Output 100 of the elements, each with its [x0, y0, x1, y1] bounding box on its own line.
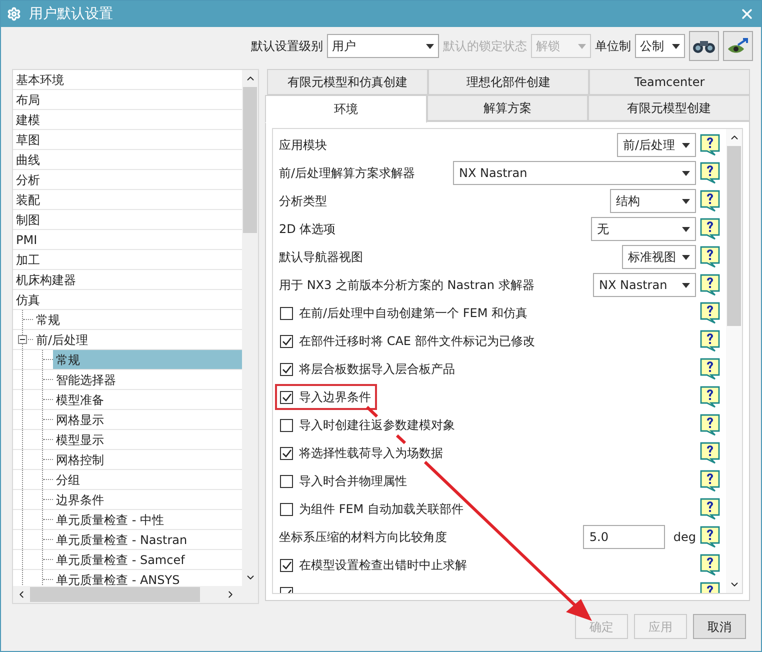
- binoculars-button[interactable]: [689, 31, 719, 61]
- window-title: 用户默认设置: [29, 4, 114, 24]
- vertical-scrollbar[interactable]: [242, 70, 258, 586]
- setting-dropdown[interactable]: 标准视图: [622, 245, 696, 269]
- tree-item[interactable]: 分析: [13, 170, 242, 189]
- scrollbar-thumb[interactable]: [727, 146, 741, 326]
- setting-label: 分析类型: [279, 193, 328, 210]
- checkbox-label: 在模型设置检查出错时中止求解: [299, 557, 467, 574]
- eye-button[interactable]: [723, 31, 753, 61]
- caret-icon: [682, 282, 690, 288]
- number-field[interactable]: 5.0: [583, 525, 666, 549]
- setting-label: 用于 NX3 之前版本分析方案的 Nastran 求解器: [279, 277, 536, 294]
- help-icon[interactable]: [700, 190, 720, 212]
- dialog-button[interactable]: 取消: [693, 614, 746, 639]
- tree-item[interactable]: 曲线: [13, 150, 242, 169]
- help-icon[interactable]: [700, 162, 720, 184]
- help-icon[interactable]: [700, 218, 720, 240]
- tree-item[interactable]: 网格显示: [53, 410, 242, 429]
- caret-icon: [682, 198, 690, 204]
- caret-icon: [682, 170, 690, 176]
- setting-dropdown[interactable]: 结构: [610, 189, 696, 213]
- tree-item[interactable]: 模型显示: [53, 430, 242, 449]
- tree-item[interactable]: 制图: [13, 210, 242, 229]
- caret-icon: [578, 44, 586, 48]
- help-icon[interactable]: [700, 134, 720, 156]
- checkbox[interactable]: [280, 362, 293, 376]
- tree-item[interactable]: 加工: [13, 250, 242, 269]
- checkmark-icon: [282, 448, 292, 458]
- help-icon[interactable]: [700, 330, 720, 352]
- lock-label: 默认的锁定状态: [443, 38, 527, 55]
- tab[interactable]: Teamcenter: [589, 69, 750, 95]
- horizontal-scrollbar[interactable]: [13, 586, 258, 603]
- tree-item[interactable]: 装配: [13, 190, 242, 209]
- checkbox[interactable]: [280, 558, 293, 572]
- setting-label: 2D 体选项: [279, 221, 337, 238]
- checkmark-icon: [282, 336, 292, 346]
- level-label: 默认设置级别: [251, 38, 323, 55]
- tree-item[interactable]: PMI: [13, 230, 242, 249]
- checkmark-icon: [282, 364, 292, 374]
- tab[interactable]: 解算方案: [426, 95, 588, 121]
- binoculars-icon: [692, 38, 716, 54]
- tree-item[interactable]: 机床构建器: [13, 270, 242, 289]
- tree-item[interactable]: 布局: [13, 90, 242, 109]
- checkbox[interactable]: [280, 390, 293, 404]
- help-icon[interactable]: [700, 274, 720, 296]
- tab[interactable]: 有限元模型创建: [588, 95, 750, 121]
- checkbox-label: 将选择性载荷导入为场数据: [299, 445, 443, 462]
- setting-label: 前/后处理解算方案求解器: [279, 165, 416, 182]
- level-dropdown[interactable]: 用户: [327, 34, 439, 58]
- tree-item[interactable]: 单元质量检查 - ANSYS: [53, 570, 242, 586]
- checkbox[interactable]: [280, 474, 293, 488]
- tree-item[interactable]: 分组: [53, 470, 242, 489]
- collapse-icon[interactable]: [18, 335, 27, 344]
- help-icon[interactable]: [700, 386, 720, 408]
- vertical-scrollbar[interactable]: [726, 129, 742, 593]
- tree-item[interactable]: 单元质量检查 - Nastran: [53, 530, 242, 549]
- help-icon[interactable]: [700, 498, 720, 520]
- tree-item[interactable]: 基本环境: [13, 70, 242, 89]
- tree-item[interactable]: 模型准备: [53, 390, 242, 409]
- checkbox[interactable]: [280, 306, 293, 320]
- scrollbar-thumb[interactable]: [243, 87, 257, 233]
- help-icon[interactable]: [700, 414, 720, 436]
- tree-item[interactable]: 草图: [13, 130, 242, 149]
- setting-label: 应用模块: [279, 137, 328, 154]
- unit-dropdown[interactable]: 公制: [635, 34, 685, 58]
- help-icon[interactable]: [700, 526, 720, 548]
- tree-item[interactable]: 建模: [13, 110, 242, 129]
- tree-item[interactable]: 仿真: [13, 290, 242, 309]
- tree-item[interactable]: 智能选择器: [53, 370, 242, 389]
- checkbox[interactable]: [280, 418, 293, 432]
- tree-item[interactable]: 前/后处理: [33, 330, 242, 349]
- caret-icon: [682, 254, 690, 260]
- tree-item[interactable]: 网格控制: [53, 450, 242, 469]
- setting-dropdown[interactable]: 前/后处理: [617, 133, 696, 157]
- help-icon[interactable]: [700, 358, 720, 380]
- checkbox[interactable]: [280, 334, 293, 348]
- help-icon[interactable]: [700, 302, 720, 324]
- tree-item[interactable]: 边界条件: [53, 490, 242, 509]
- help-icon[interactable]: [700, 246, 720, 268]
- setting-dropdown[interactable]: NX Nastran: [593, 273, 696, 297]
- setting-dropdown[interactable]: 无: [591, 217, 696, 241]
- tab[interactable]: 有限元模型和仿真创建: [267, 69, 428, 95]
- help-icon[interactable]: [700, 470, 720, 492]
- checkbox[interactable]: [280, 446, 293, 460]
- close-icon[interactable]: [739, 6, 755, 22]
- tree-item[interactable]: 常规: [33, 310, 242, 329]
- tree-item[interactable]: 常规: [53, 350, 242, 369]
- checkbox-label: 导入边界条件: [299, 389, 371, 406]
- help-icon[interactable]: [700, 442, 720, 464]
- tab[interactable]: 理想化部件创建: [428, 69, 589, 95]
- tree-item[interactable]: 单元质量检查 - 中性: [53, 510, 242, 529]
- setting-dropdown[interactable]: NX Nastran: [453, 161, 696, 185]
- tab[interactable]: 环境: [265, 95, 427, 123]
- checkbox-label: 将层合板数据导入层合板产品: [299, 361, 455, 378]
- help-icon[interactable]: [700, 554, 720, 576]
- caret-icon: [426, 44, 434, 48]
- settings-icon: [7, 7, 21, 21]
- tree-item[interactable]: 单元质量检查 - Samcef: [53, 550, 242, 569]
- scrollbar-thumb[interactable]: [30, 587, 200, 602]
- checkbox[interactable]: [280, 502, 293, 516]
